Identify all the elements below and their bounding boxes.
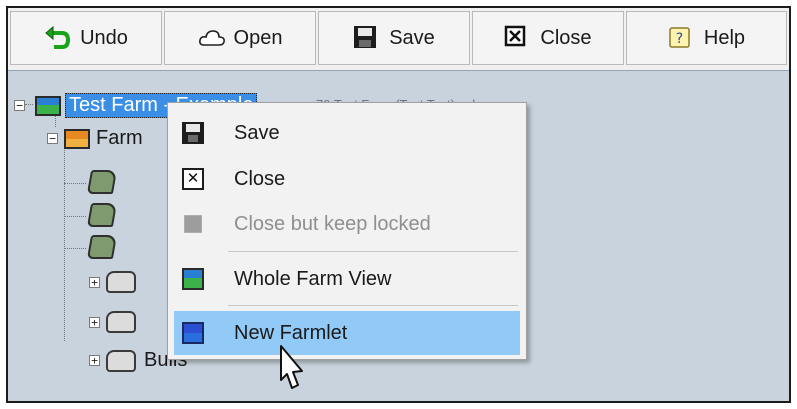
menu-item-whole-farm-view[interactable]: Whole Farm View: [174, 257, 520, 301]
tree-paddock-row[interactable]: [86, 235, 118, 259]
expand-toggle[interactable]: +: [89, 316, 100, 328]
open-label: Open: [233, 26, 283, 49]
tree-connector: [64, 216, 86, 217]
paddock-icon: [86, 203, 118, 227]
menu-item-save[interactable]: Save: [174, 111, 520, 155]
close-button[interactable]: Close: [472, 11, 624, 65]
undo-label: Undo: [80, 26, 128, 49]
open-button[interactable]: Open: [164, 11, 316, 65]
gray-square-icon: [184, 215, 202, 233]
undo-arrow-icon: [44, 25, 71, 51]
menu-separator: [228, 251, 518, 252]
collapse-toggle[interactable]: −: [14, 100, 25, 111]
save-label: Save: [389, 26, 435, 49]
expand-toggle[interactable]: +: [89, 355, 100, 366]
menu-item-label: Close but keep locked: [234, 212, 431, 235]
help-label: Help: [703, 26, 746, 49]
collapse-toggle[interactable]: −: [47, 133, 58, 144]
expand-toggle[interactable]: +: [89, 276, 100, 288]
tree-stock-row[interactable]: +: [89, 271, 136, 293]
svg-text:?: ?: [676, 31, 683, 47]
help-button[interactable]: ? Help: [626, 11, 787, 65]
cloud-icon: [198, 25, 225, 51]
farmlet-icon: [182, 322, 204, 344]
floppy-disk-icon: [353, 25, 379, 51]
menu-item-label: Whole Farm View: [234, 267, 392, 290]
undo-button[interactable]: Undo: [10, 11, 162, 65]
app-window: Undo Open Save Close ? Help − Test Farm …: [6, 6, 791, 403]
tree-connector: [64, 248, 86, 249]
menu-item-label: New Farmlet: [234, 321, 348, 344]
help-icon: ?: [668, 25, 694, 51]
tree-farm-row[interactable]: − Farm: [47, 127, 143, 150]
mouse-pointer-icon: [280, 345, 303, 389]
context-menu: Save ✕ Close Close but keep locked Whole…: [167, 102, 527, 360]
close-box-icon: [504, 25, 530, 51]
close-box-icon: ✕: [182, 168, 204, 190]
floppy-disk-icon: [182, 122, 204, 144]
landscape-icon: [182, 268, 204, 290]
menu-item-close-keep-locked[interactable]: Close but keep locked: [174, 202, 520, 246]
cow-icon: [106, 349, 136, 372]
paddock-icon: [86, 235, 118, 259]
menu-item-label: Save: [234, 121, 280, 144]
cow-icon: [106, 311, 136, 333]
farm-icon: [64, 128, 90, 149]
menu-item-new-farmlet[interactable]: New Farmlet: [174, 311, 520, 355]
tree-connector: [64, 183, 86, 184]
menu-item-close[interactable]: ✕ Close: [174, 157, 520, 201]
toolbar: Undo Open Save Close ? Help: [8, 8, 789, 71]
tree-stock-row[interactable]: +: [89, 311, 136, 333]
save-button[interactable]: Save: [318, 11, 470, 65]
farm-landscape-icon: [35, 95, 61, 116]
tree-paddock-row[interactable]: [86, 203, 118, 227]
cow-icon: [106, 271, 136, 293]
menu-item-label: Close: [234, 167, 286, 190]
paddock-icon: [86, 170, 118, 194]
close-label: Close: [540, 26, 592, 49]
menu-separator: [228, 305, 518, 306]
tree-paddock-row[interactable]: [86, 170, 118, 194]
tree-connector: [64, 145, 65, 341]
tree-farm-label: Farm: [96, 127, 143, 149]
